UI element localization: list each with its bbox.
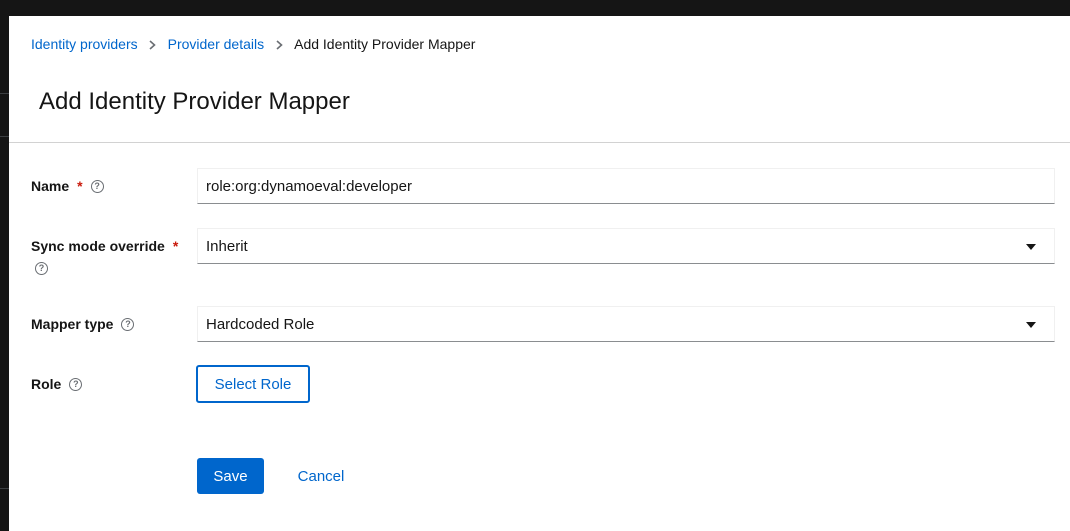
- breadcrumb-provider-details[interactable]: Provider details: [168, 36, 265, 52]
- required-indicator: *: [172, 238, 179, 254]
- nav-divider: [0, 136, 9, 137]
- divider: [9, 142, 1070, 143]
- left-nav-edge: [0, 16, 9, 531]
- role-label-group: Role ?: [31, 376, 83, 392]
- save-button[interactable]: Save: [197, 458, 264, 494]
- nav-divider: [0, 488, 9, 489]
- name-label-group: Name * ?: [31, 178, 104, 194]
- sync-mode-label: Sync mode override: [31, 238, 165, 254]
- caret-down-icon: [1026, 322, 1036, 328]
- top-bar: [0, 0, 1070, 16]
- breadcrumb-identity-providers[interactable]: Identity providers: [31, 36, 138, 52]
- help-icon[interactable]: ?: [121, 317, 135, 331]
- role-label: Role: [31, 376, 62, 392]
- sync-mode-select[interactable]: Inherit: [197, 228, 1055, 264]
- caret-down-icon: [1026, 244, 1036, 250]
- cancel-button[interactable]: Cancel: [286, 458, 356, 494]
- sync-mode-help: ?: [31, 262, 48, 275]
- name-label: Name: [31, 178, 70, 194]
- page-title: Add Identity Provider Mapper: [39, 88, 350, 115]
- name-input[interactable]: role:org:dynamoeval:developer: [197, 168, 1055, 204]
- help-icon[interactable]: ?: [35, 262, 48, 275]
- required-indicator: *: [77, 178, 83, 194]
- mapper-type-label-group: Mapper type ?: [31, 316, 135, 332]
- breadcrumb-current: Add Identity Provider Mapper: [294, 36, 476, 52]
- sync-mode-label-group: Sync mode override *: [31, 238, 178, 254]
- chevron-right-icon: [264, 36, 294, 52]
- mapper-type-select[interactable]: Hardcoded Role: [197, 306, 1055, 342]
- select-role-button[interactable]: Select Role: [196, 365, 310, 403]
- breadcrumb: Identity providers Provider details Add …: [31, 36, 475, 52]
- help-icon[interactable]: ?: [90, 179, 104, 193]
- sync-mode-value: Inherit: [206, 237, 248, 255]
- nav-divider: [0, 93, 9, 94]
- name-input-value: role:org:dynamoeval:developer: [206, 177, 412, 195]
- chevron-right-icon: [138, 36, 168, 52]
- mapper-type-label: Mapper type: [31, 316, 114, 332]
- main-content: Identity providers Provider details Add …: [9, 16, 1070, 531]
- help-icon[interactable]: ?: [69, 377, 83, 391]
- mapper-type-value: Hardcoded Role: [206, 315, 315, 333]
